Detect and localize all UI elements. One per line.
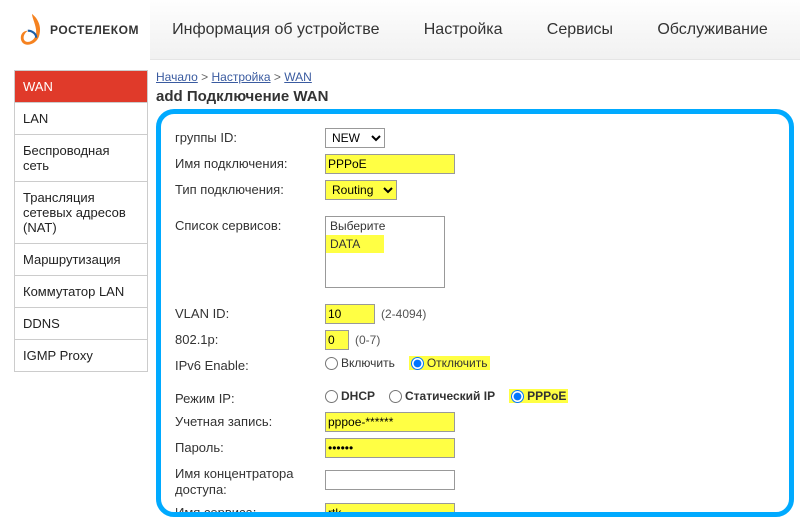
page-title: add Подключение WAN — [156, 88, 800, 105]
8021p-hint: (0-7) — [355, 333, 380, 347]
top-nav: Информация об устройстве Настройка Серви… — [150, 0, 800, 60]
label-conn-type: Тип подключения: — [175, 180, 325, 197]
ipmode-dhcp-radio[interactable] — [325, 390, 338, 403]
label-service-name: Имя сервиса: — [175, 503, 325, 517]
concentrator-input[interactable] — [325, 470, 455, 490]
sidebar-item-igmp[interactable]: IGMP Proxy — [15, 340, 147, 372]
wan-form-panel: группы ID: NEW Имя подключения: Тип подк… — [156, 109, 794, 517]
sidebar-item-lan[interactable]: LAN — [15, 103, 147, 135]
sidebar: WAN LAN Беспроводная сеть Трансляция сет… — [14, 70, 148, 372]
label-conn-name: Имя подключения: — [175, 154, 325, 171]
ipmode-dhcp-option[interactable]: DHCP — [325, 389, 375, 403]
ipv6-disable-option[interactable]: Отключить — [409, 356, 490, 370]
sidebar-item-wan[interactable]: WAN — [15, 71, 147, 103]
conn-name-input[interactable] — [325, 154, 455, 174]
crumb-settings[interactable]: Настройка — [212, 70, 271, 84]
label-8021p: 802.1p: — [175, 330, 325, 347]
account-input[interactable] — [325, 412, 455, 432]
brand-text: РОСТЕЛЕКОМ — [50, 23, 139, 37]
label-account: Учетная запись: — [175, 412, 325, 429]
ipmode-static-radio[interactable] — [389, 390, 402, 403]
label-group-id: группы ID: — [175, 128, 325, 145]
nav-settings[interactable]: Настройка — [420, 15, 507, 45]
services-header: Выберите — [326, 217, 444, 235]
conn-type-select[interactable]: Routing — [325, 180, 397, 200]
sidebar-item-nat[interactable]: Трансляция сетевых адресов (NAT) — [15, 182, 147, 244]
services-option-data[interactable]: DATA — [326, 235, 384, 253]
brand-logo: РОСТЕЛЕКОМ — [0, 12, 150, 48]
ipv6-disable-radio[interactable] — [411, 357, 424, 370]
rostelecom-icon — [18, 12, 46, 48]
label-ipv6: IPv6 Enable: — [175, 356, 325, 373]
label-concentrator: Имя концентратора доступа: — [175, 464, 325, 497]
group-id-select[interactable]: NEW — [325, 128, 385, 148]
sidebar-item-lan-switch[interactable]: Коммутатор LAN — [15, 276, 147, 308]
nav-maintenance[interactable]: Обслуживание — [653, 15, 771, 45]
password-input[interactable] — [325, 438, 455, 458]
label-password: Пароль: — [175, 438, 325, 455]
sidebar-item-routing[interactable]: Маршрутизация — [15, 244, 147, 276]
sidebar-item-wireless[interactable]: Беспроводная сеть — [15, 135, 147, 182]
vlan-input[interactable] — [325, 304, 375, 324]
label-vlan: VLAN ID: — [175, 304, 325, 321]
ipmode-static-option[interactable]: Статический IP — [389, 389, 495, 403]
ipmode-pppoe-option[interactable]: PPPoE — [509, 389, 568, 403]
label-services: Список сервисов: — [175, 216, 325, 233]
breadcrumb: Начало > Настройка > WAN — [156, 70, 800, 84]
services-listbox[interactable]: Выберите DATA — [325, 216, 445, 288]
nav-device-info[interactable]: Информация об устройстве — [168, 15, 383, 45]
ipv6-enable-radio[interactable] — [325, 357, 338, 370]
nav-services[interactable]: Сервисы — [543, 15, 617, 45]
sidebar-item-ddns[interactable]: DDNS — [15, 308, 147, 340]
service-name-input[interactable] — [325, 503, 455, 517]
8021p-input[interactable] — [325, 330, 349, 350]
ipmode-pppoe-radio[interactable] — [511, 390, 524, 403]
crumb-home[interactable]: Начало — [156, 70, 198, 84]
crumb-wan[interactable]: WAN — [284, 70, 312, 84]
ipv6-enable-option[interactable]: Включить — [325, 356, 395, 370]
vlan-hint: (2-4094) — [381, 307, 426, 321]
label-ip-mode: Режим IP: — [175, 389, 325, 406]
